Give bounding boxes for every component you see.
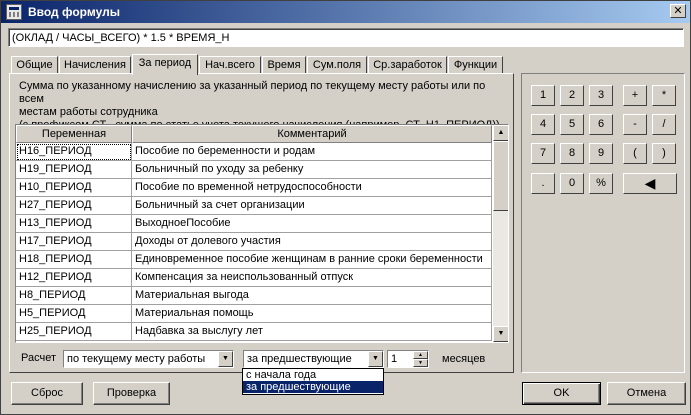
- variable-cell[interactable]: Н27_ПЕРИОД: [16, 197, 132, 215]
- comment-cell[interactable]: Доходы от долевого участия: [132, 233, 492, 251]
- table-row[interactable]: Н18_ПЕРИОД Единовременное пособие женщин…: [16, 251, 492, 269]
- backspace-icon[interactable]: ◀: [623, 173, 677, 194]
- scroll-thumb[interactable]: [493, 141, 508, 211]
- column-header-comment[interactable]: Комментарий: [132, 125, 492, 143]
- tab-accruals[interactable]: Начисления: [59, 56, 131, 74]
- cancel-button[interactable]: Отмена: [607, 382, 686, 405]
- scroll-up-arrow-icon[interactable]: ▲: [493, 125, 508, 141]
- months-label: месяцев: [442, 353, 486, 365]
- key-6[interactable]: 6: [589, 114, 613, 135]
- key-divide[interactable]: /: [652, 114, 676, 135]
- keypad-panel: 1 2 3 + * 4 5 6 - / 7 8 9 ( ) . 0 % ◀: [521, 73, 685, 373]
- table-row[interactable]: Н10_ПЕРИОД Пособие по временной нетрудос…: [16, 179, 492, 197]
- period-value: за предшествующие: [247, 353, 352, 365]
- tab-general[interactable]: Общие: [11, 56, 58, 74]
- variable-cell[interactable]: Н8_ПЕРИОД: [16, 287, 132, 305]
- description-line: местам работы сотрудника: [19, 106, 158, 118]
- comment-cell[interactable]: Единовременное пособие женщинам в ранние…: [132, 251, 492, 269]
- calculation-label: Расчет: [21, 352, 56, 364]
- key-multiply[interactable]: *: [652, 85, 676, 106]
- spin-down-icon[interactable]: ▼: [413, 359, 428, 367]
- table-row[interactable]: Н13_ПЕРИОД ВыходноеПособие: [16, 215, 492, 233]
- comment-cell[interactable]: Материальная помощь: [132, 305, 492, 323]
- key-1[interactable]: 1: [531, 85, 555, 106]
- spin-up-icon[interactable]: ▲: [413, 351, 428, 359]
- comment-cell[interactable]: Больничный за счет организации: [132, 197, 492, 215]
- chevron-down-icon[interactable]: ▼: [368, 351, 383, 367]
- table-row[interactable]: Н19_ПЕРИОД Больничный по уходу за ребенк…: [16, 161, 492, 179]
- table-row[interactable]: Н5_ПЕРИОД Материальная помощь: [16, 305, 492, 323]
- grid-vertical-scrollbar[interactable]: ▲ ▼: [493, 125, 508, 342]
- grid-header: Переменная Комментарий: [16, 125, 492, 143]
- key-4[interactable]: 4: [531, 114, 555, 135]
- column-header-variable[interactable]: Переменная: [16, 125, 132, 143]
- spinner-buttons[interactable]: ▲ ▼: [413, 351, 428, 367]
- comment-cell[interactable]: Надбавка за выслугу лет: [132, 323, 492, 341]
- variable-cell[interactable]: Н16_ПЕРИОД: [16, 143, 132, 161]
- formula-input[interactable]: (ОКЛАД / ЧАСЫ_ВСЕГО) * 1.5 * ВРЕМЯ_Н: [8, 28, 684, 47]
- period-dropdown-list[interactable]: с начала года за предшествующие: [242, 368, 384, 395]
- key-3[interactable]: 3: [589, 85, 613, 106]
- window-title: Ввод формулы: [28, 5, 120, 19]
- dropdown-option[interactable]: с начала года: [243, 369, 383, 381]
- variable-cell[interactable]: Н10_ПЕРИОД: [16, 179, 132, 197]
- table-row[interactable]: Н12_ПЕРИОД Компенсация за неиспользованн…: [16, 269, 492, 287]
- tab-avg-earnings[interactable]: Ср.заработок: [368, 56, 447, 74]
- key-9[interactable]: 9: [589, 143, 613, 164]
- table-row[interactable]: Н16_ПЕРИОД Пособие по беременности и род…: [16, 143, 492, 161]
- months-value[interactable]: 1: [391, 353, 397, 365]
- tab-sum-fields[interactable]: Сум.поля: [307, 56, 367, 74]
- tab-accrued-total[interactable]: Нач.всего: [199, 56, 261, 74]
- key-7[interactable]: 7: [531, 143, 555, 164]
- comment-cell[interactable]: Материальная выгода: [132, 287, 492, 305]
- scroll-down-arrow-icon[interactable]: ▼: [493, 326, 508, 342]
- table-row[interactable]: Н17_ПЕРИОД Доходы от долевого участия: [16, 233, 492, 251]
- close-button[interactable]: ✕: [670, 4, 686, 18]
- comment-cell[interactable]: Пособие по беременности и родам: [132, 143, 492, 161]
- variable-cell[interactable]: Н13_ПЕРИОД: [16, 215, 132, 233]
- title-bar[interactable]: Ввод формулы ✕: [1, 1, 690, 23]
- comment-cell[interactable]: Больничный по уходу за ребенку: [132, 161, 492, 179]
- place-of-work-select[interactable]: по текущему месту работы ▼: [63, 350, 234, 368]
- dropdown-option-selected[interactable]: за предшествующие: [243, 381, 383, 393]
- table-row[interactable]: Н27_ПЕРИОД Больничный за счет организаци…: [16, 197, 492, 215]
- key-5[interactable]: 5: [560, 114, 584, 135]
- variables-grid[interactable]: Переменная Комментарий Н16_ПЕРИОД Пособи…: [15, 124, 509, 343]
- key-8[interactable]: 8: [560, 143, 584, 164]
- description-line: Сумма по указанному начислению за указан…: [19, 80, 486, 105]
- period-tab-panel: Сумма по указанному начислению за указан…: [9, 73, 514, 373]
- tab-time[interactable]: Время: [262, 56, 306, 74]
- close-icon: ✕: [673, 5, 683, 17]
- months-spinner[interactable]: 1 ▲ ▼: [387, 350, 429, 368]
- comment-cell[interactable]: Компенсация за неиспользованный отпуск: [132, 269, 492, 287]
- key-close-paren[interactable]: ): [652, 143, 676, 164]
- tab-period[interactable]: За период: [132, 54, 198, 75]
- period-select[interactable]: за предшествующие ▼: [243, 350, 384, 368]
- check-button[interactable]: Проверка: [93, 382, 170, 405]
- ok-button[interactable]: OK: [522, 382, 601, 405]
- comment-cell[interactable]: ВыходноеПособие: [132, 215, 492, 233]
- variable-cell[interactable]: Н18_ПЕРИОД: [16, 251, 132, 269]
- key-minus[interactable]: -: [623, 114, 647, 135]
- variable-cell[interactable]: Н25_ПЕРИОД: [16, 323, 132, 341]
- calculator-icon: [6, 4, 22, 20]
- variable-cell[interactable]: Н19_ПЕРИОД: [16, 161, 132, 179]
- key-percent[interactable]: %: [589, 173, 613, 194]
- reset-button[interactable]: Сброс: [11, 382, 83, 405]
- key-0[interactable]: 0: [560, 173, 584, 194]
- chevron-down-icon[interactable]: ▼: [218, 351, 233, 367]
- tab-functions[interactable]: Функции: [448, 56, 503, 74]
- key-2[interactable]: 2: [560, 85, 584, 106]
- key-open-paren[interactable]: (: [623, 143, 647, 164]
- comment-cell[interactable]: Пособие по временной нетрудоспособности: [132, 179, 492, 197]
- variable-cell[interactable]: Н12_ПЕРИОД: [16, 269, 132, 287]
- key-dot[interactable]: .: [531, 173, 555, 194]
- table-row[interactable]: Н8_ПЕРИОД Материальная выгода: [16, 287, 492, 305]
- variable-cell[interactable]: Н5_ПЕРИОД: [16, 305, 132, 323]
- key-plus[interactable]: +: [623, 85, 647, 106]
- variable-cell[interactable]: Н17_ПЕРИОД: [16, 233, 132, 251]
- place-of-work-value: по текущему месту работы: [67, 353, 206, 365]
- formula-dialog: Ввод формулы ✕ (ОКЛАД / ЧАСЫ_ВСЕГО) * 1.…: [0, 0, 691, 415]
- table-row[interactable]: Н25_ПЕРИОД Надбавка за выслугу лет: [16, 323, 492, 341]
